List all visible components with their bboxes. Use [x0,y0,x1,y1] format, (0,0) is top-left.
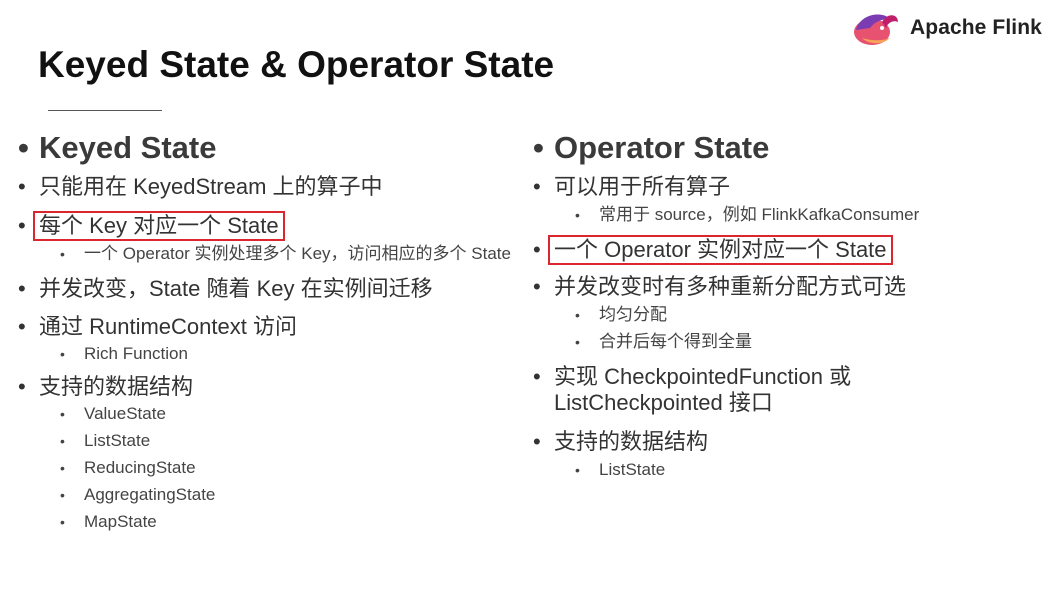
list-item: • 可以用于所有算子 [533,174,731,199]
bullet-icon: • [533,364,541,389]
bullet-icon: • [60,433,65,449]
list-item: • 实现 CheckpointedFunction 或 ListCheckpoi… [533,364,852,415]
title-underline [48,110,162,111]
list-item: • 只能用在 KeyedStream 上的算子中 [18,174,383,199]
bullet-icon: • [533,130,544,165]
heading-text: Operator State [554,130,770,165]
squirrel-logo-icon [854,14,898,45]
sub-list-item: • Rich Function [60,344,188,363]
highlight-box: 每个 Key 对应一个 State [33,211,285,241]
bullet-icon: • [575,207,580,223]
bullet-icon: • [18,314,26,339]
slide-title: Keyed State & Operator State [38,44,555,85]
operator-state-heading: • Operator State [533,126,1048,170]
sub-list-item: • 常用于 source，例如 FlinkKafkaConsumer [575,205,920,224]
bullet-icon: • [60,460,65,476]
list-item: • 支持的数据结构 [533,429,709,454]
keyed-state-column: • Keyed State • 只能用在 KeyedStream 上的算子中 •… [18,126,518,532]
brand-logo: Apache Flink [852,6,1042,50]
bullet-icon: • [60,246,65,262]
bullet-icon: • [60,487,65,503]
sub-list-item: • MapState [60,512,157,531]
brand-name: Apache Flink [910,16,1042,39]
sub-list-item: • AggregatingState [60,485,216,504]
highlight-box: 一个 Operator 实例对应一个 State [548,235,893,265]
sub-list-item: • ValueState [60,404,166,423]
bullet-icon: • [533,174,541,199]
bullet-icon: • [18,174,26,199]
operator-state-column: • Operator State • 可以用于所有算子 • 常用于 source… [533,126,1048,480]
keyed-state-heading: • Keyed State [18,126,518,170]
bullet-icon: • [60,346,65,362]
sub-list-item: • 一个 Operator 实例处理多个 Key，访问相应的多个 State [60,244,511,263]
sub-list-item: • ReducingState [60,458,196,477]
heading-text: Keyed State [39,130,217,165]
list-item-highlighted: • 一个 Operator 实例对应一个 State [533,235,1048,265]
sub-list-item: • 均匀分配 [575,305,667,324]
bullet-icon: • [533,274,541,299]
list-item-highlighted: • 每个 Key 对应一个 State [18,211,518,241]
bullet-icon: • [575,462,580,478]
bullet-icon: • [18,276,26,301]
bullet-icon: • [60,514,65,530]
sub-list-item: • ListState [60,431,151,450]
bullet-icon: • [533,429,541,454]
bullet-icon: • [575,307,580,323]
sub-list-item: • ListState [575,460,666,479]
bullet-icon: • [575,334,580,350]
list-item: • 支持的数据结构 [18,374,194,399]
list-item: • 通过 RuntimeContext 访问 [18,314,297,339]
bullet-icon: • [18,374,26,399]
sub-list-item: • 合并后每个得到全量 [575,332,752,351]
list-item: • 并发改变，State 随着 Key 在实例间迁移 [18,276,433,301]
bullet-icon: • [18,130,29,165]
list-item: • 并发改变时有多种重新分配方式可选 [533,274,907,299]
bullet-icon: • [60,406,65,422]
